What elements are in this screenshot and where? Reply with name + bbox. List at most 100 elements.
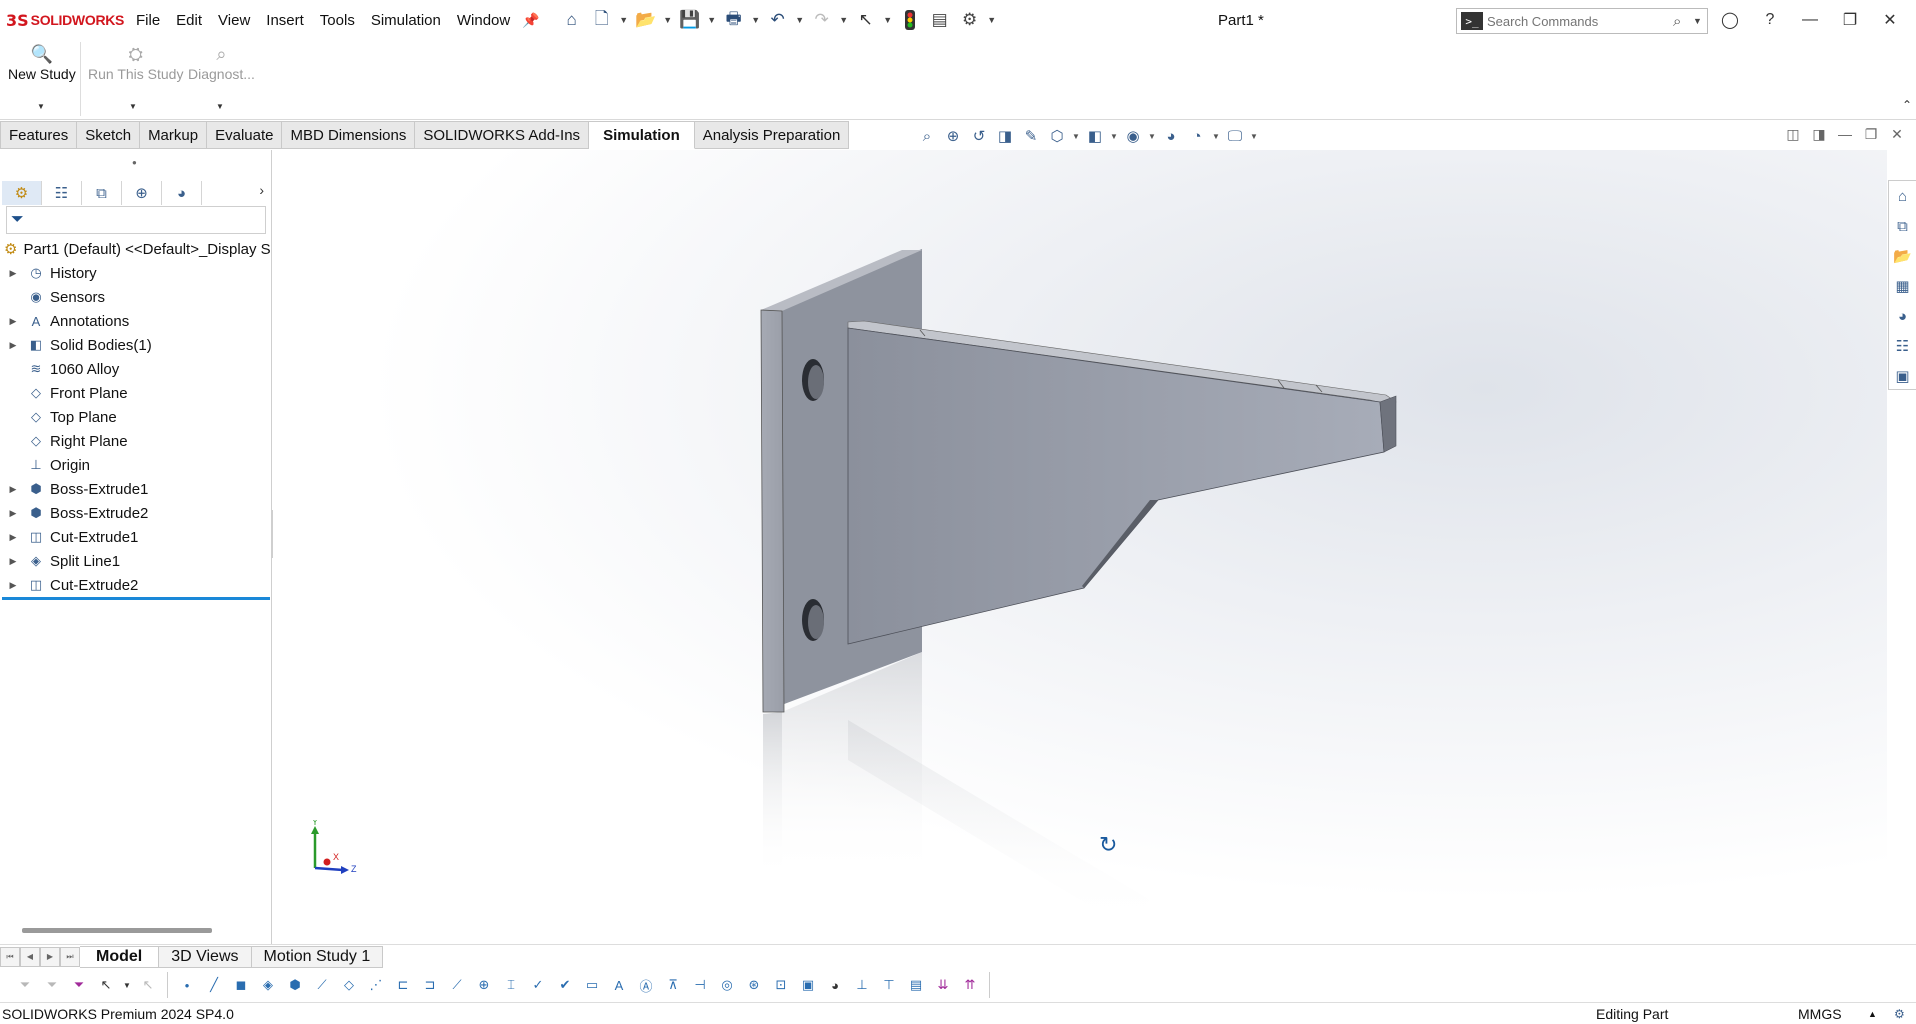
- minimize-icon[interactable]: —: [1790, 6, 1830, 34]
- next-tab-nav-icon[interactable]: ▶: [40, 946, 60, 967]
- diagnose-button[interactable]: ⌕ Diagnost...: [188, 44, 255, 82]
- file-properties-icon[interactable]: ▤: [926, 7, 954, 33]
- filter-annotations-icon[interactable]: ▤: [905, 974, 927, 996]
- custom-properties-icon[interactable]: ☷: [1889, 331, 1916, 361]
- viewport-minimize-icon[interactable]: —: [1836, 126, 1854, 143]
- viewport-restore-icon[interactable]: ❐: [1862, 126, 1880, 143]
- filter-sketch-segments-icon[interactable]: ⊏: [392, 974, 414, 996]
- filter-loads-icon[interactable]: ⇊: [932, 974, 954, 996]
- edit-appearance-icon[interactable]: ◕: [1160, 125, 1182, 147]
- filter-dowel-pin-icon[interactable]: ⊛: [743, 974, 765, 996]
- expand-arrow-icon[interactable]: ▶: [0, 508, 26, 519]
- dimxpert-manager-tab-icon[interactable]: ⊕: [122, 181, 162, 205]
- hide-show-items-icon[interactable]: ◉: [1122, 125, 1144, 147]
- display-manager-tab-icon[interactable]: ◕: [162, 181, 202, 205]
- solidworks-resources-icon[interactable]: ⌂: [1889, 181, 1916, 211]
- filter-routing-points-icon[interactable]: ▣: [797, 974, 819, 996]
- search-commands[interactable]: >_ ⌕ ▼: [1456, 8, 1708, 34]
- tile-right-icon[interactable]: ◨: [1810, 126, 1828, 143]
- filter-blocks-icon[interactable]: ⊣: [689, 974, 711, 996]
- filter-surface-finish-icon[interactable]: ✓: [527, 974, 549, 996]
- view-settings-dropdown-icon[interactable]: ▼: [1250, 132, 1258, 141]
- file-explorer-icon[interactable]: 📂: [1889, 241, 1916, 271]
- filter-planes-icon[interactable]: ◇: [338, 974, 360, 996]
- search-input[interactable]: [1487, 13, 1673, 29]
- filter-dimensions-icon[interactable]: ⌶: [500, 974, 522, 996]
- options-dropdown-icon[interactable]: ▼: [986, 15, 998, 25]
- apply-scene-dropdown-icon[interactable]: ▼: [1212, 132, 1220, 141]
- tree-item[interactable]: ◇ Front Plane: [0, 381, 272, 405]
- tree-item[interactable]: ▶ A Annotations: [0, 309, 272, 333]
- filter-surface-bodies-icon[interactable]: ◈: [257, 974, 279, 996]
- display-style-icon[interactable]: ◧: [1084, 125, 1106, 147]
- filter-centerline-icon[interactable]: ⊕: [473, 974, 495, 996]
- home-icon[interactable]: ⌂: [558, 7, 586, 33]
- apply-scene-icon[interactable]: ◔: [1186, 125, 1208, 147]
- filter-mesh-icon[interactable]: ◕: [824, 974, 846, 996]
- print-dropdown-icon[interactable]: ▼: [750, 15, 762, 25]
- tree-item[interactable]: ▶ ⬢ Boss-Extrude1: [0, 477, 272, 501]
- panel-tabs-more-icon[interactable]: ›: [259, 182, 264, 198]
- help-icon[interactable]: ?: [1750, 6, 1790, 34]
- search-dropdown-icon[interactable]: ▼: [1693, 16, 1707, 26]
- panel-splitter-handle[interactable]: ●: [132, 158, 137, 167]
- prev-tab-nav-icon[interactable]: ◀: [20, 946, 40, 967]
- tree-item[interactable]: ▶ ◧ Solid Bodies(1): [0, 333, 272, 357]
- first-tab-nav-icon[interactable]: ⏮: [0, 946, 20, 967]
- property-manager-tab-icon[interactable]: ☷: [42, 181, 82, 205]
- tree-root[interactable]: ⚙ Part1 (Default) <<Default>_Display S: [0, 237, 272, 261]
- filter-notes-icon[interactable]: ▭: [581, 974, 603, 996]
- filter-datum-feature-icon[interactable]: A: [608, 974, 630, 996]
- diagnose-dropdown-icon[interactable]: ▼: [216, 102, 224, 111]
- new-study-button[interactable]: 🔍 New Study: [8, 44, 76, 82]
- tree-filter[interactable]: ⏷: [6, 206, 266, 234]
- zoom-to-fit-icon[interactable]: ⌕: [916, 125, 938, 147]
- zoom-to-area-icon[interactable]: ⊕: [942, 125, 964, 147]
- filter-toggle-icon[interactable]: ⏷: [14, 974, 36, 996]
- tree-item[interactable]: ▶ ⬢ Boss-Extrude2: [0, 501, 272, 525]
- viewport-close-icon[interactable]: ✕: [1888, 126, 1906, 143]
- tab-model[interactable]: Model: [80, 945, 160, 968]
- section-view-icon[interactable]: ◨: [994, 125, 1016, 147]
- tab-motion-study-1[interactable]: Motion Study 1: [251, 945, 384, 968]
- expand-arrow-icon[interactable]: ▶: [0, 316, 26, 327]
- menu-edit[interactable]: Edit: [168, 12, 210, 29]
- undo-icon[interactable]: ↶: [764, 7, 792, 33]
- print-icon[interactable]: 🖶: [720, 7, 748, 33]
- filter-axes-icon[interactable]: ⟋: [311, 974, 333, 996]
- tab-simulation[interactable]: Simulation: [589, 121, 695, 149]
- filter-center-marks-icon[interactable]: ⟋: [446, 974, 468, 996]
- expand-arrow-icon[interactable]: ▶: [0, 580, 26, 591]
- save-dropdown-icon[interactable]: ▼: [706, 15, 718, 25]
- view-orientation-icon[interactable]: ⬡: [1046, 125, 1068, 147]
- filter-connection-points-icon[interactable]: ⊡: [770, 974, 792, 996]
- expand-arrow-icon[interactable]: ▶: [0, 340, 26, 351]
- filter-fixtures-icon[interactable]: ⇈: [959, 974, 981, 996]
- horizontal-scrollbar[interactable]: [22, 928, 212, 933]
- tab-solidworks-add-ins[interactable]: SOLIDWORKS Add-Ins: [415, 121, 590, 149]
- expand-arrow-icon[interactable]: ▶: [0, 484, 26, 495]
- tab-analysis-preparation[interactable]: Analysis Preparation: [694, 121, 850, 149]
- unit-system[interactable]: MMGS: [1798, 1006, 1842, 1022]
- selection-dropdown-icon[interactable]: ▼: [122, 974, 132, 996]
- view-palette-icon[interactable]: ▦: [1889, 271, 1916, 301]
- unit-system-dropdown-icon[interactable]: ▲: [1868, 1009, 1877, 1019]
- redo-dropdown-icon[interactable]: ▼: [838, 15, 850, 25]
- open-dropdown-icon[interactable]: ▼: [662, 15, 674, 25]
- selection-pointer-icon[interactable]: ↖: [95, 974, 117, 996]
- expand-arrow-icon[interactable]: ▶: [0, 532, 26, 543]
- tab-sketch[interactable]: Sketch: [77, 121, 141, 149]
- design-library-icon[interactable]: ⧉: [1889, 211, 1916, 241]
- tab-mbd-dimensions[interactable]: MBD Dimensions: [282, 121, 416, 149]
- tree-item[interactable]: ≋ 1060 Alloy: [0, 357, 272, 381]
- feature-manager-tab-icon[interactable]: ⚙: [2, 181, 42, 205]
- filter-clear-icon[interactable]: ⏷: [41, 974, 63, 996]
- tile-left-icon[interactable]: ◫: [1784, 126, 1802, 143]
- search-icon[interactable]: ⌕: [1673, 13, 1693, 30]
- select-icon[interactable]: ↖: [852, 7, 880, 33]
- save-icon[interactable]: 💾: [676, 7, 704, 33]
- new-dropdown-icon[interactable]: ▼: [618, 15, 630, 25]
- menu-insert[interactable]: Insert: [258, 12, 312, 29]
- view-orientation-dropdown-icon[interactable]: ▼: [1072, 132, 1080, 141]
- run-study-button[interactable]: ⛭ Run This Study: [88, 44, 183, 82]
